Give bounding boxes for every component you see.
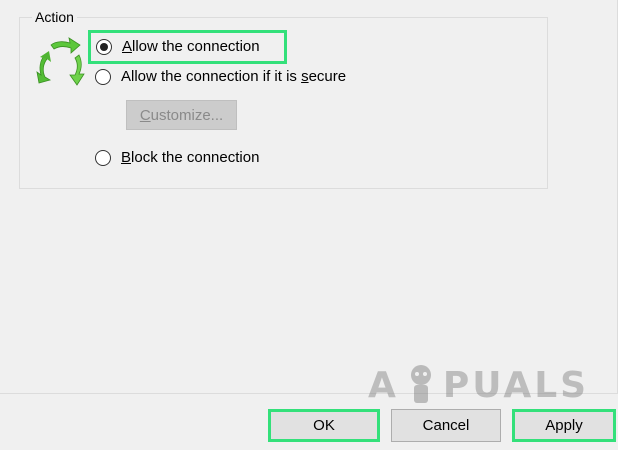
allow-if-secure-radio-row[interactable]: Allow the connection if it is secure — [95, 64, 346, 90]
apply-button[interactable]: Apply — [512, 409, 616, 442]
allow-connection-radio[interactable] — [96, 39, 112, 55]
watermark-letter-a: A — [368, 365, 399, 406]
block-connection-radio-row[interactable]: Block the connection — [95, 145, 259, 171]
block-connection-radio[interactable] — [95, 150, 111, 166]
allow-connection-label[interactable]: Allow the connection — [122, 38, 260, 56]
dialog-panel: Action Allow the connection Allow the co… — [0, 0, 618, 394]
groupbox-title: Action — [32, 8, 77, 26]
allow-if-secure-label[interactable]: Allow the connection if it is secure — [121, 68, 346, 86]
appuals-mascot-icon — [410, 365, 431, 403]
watermark-text-rest: PUALS — [442, 365, 590, 406]
customize-button: Customize... — [126, 100, 237, 130]
allow-if-secure-radio[interactable] — [95, 69, 111, 85]
appuals-watermark: A PUALS — [368, 360, 586, 412]
block-connection-label[interactable]: Block the connection — [121, 149, 259, 167]
allow-connection-radio-row[interactable]: Allow the connection — [88, 30, 287, 64]
cancel-button[interactable]: Cancel — [391, 409, 501, 442]
green-recycle-arrows-icon — [36, 37, 85, 86]
ok-button[interactable]: OK — [268, 409, 380, 442]
